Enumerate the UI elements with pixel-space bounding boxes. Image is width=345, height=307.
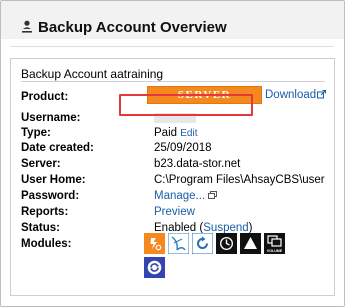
user-home-row: User Home: C:\Program Files\AhsayCBS\use… [21,173,326,187]
user-home-label: User Home: [21,174,86,186]
manage-password-link[interactable]: Manage... [154,190,205,202]
popup-window-icon [208,191,218,199]
server-highlight-box [119,94,253,116]
download-label: Download [265,89,317,101]
ms-sql-module-icon[interactable] [168,233,189,254]
edit-type-link[interactable]: Edit [180,128,197,139]
external-link-icon [317,90,327,99]
modules-label: Modules: [21,238,72,250]
scheduler-module-icon[interactable] [216,233,237,254]
product-label: Product: [21,91,69,103]
date-created-value: 25/09/2018 [154,142,212,154]
warning-triangle-module-icon[interactable] [240,233,261,254]
status-label: Status: [21,222,60,234]
modules-list: VOLUME [144,233,304,293]
server-label: Server: [21,158,61,170]
type-text: Paid [154,127,178,139]
volume-module-icon[interactable]: VOLUME [264,233,285,254]
account-title: Backup Account aatraining [21,67,164,81]
username-label: Username: [21,112,81,124]
reports-label: Reports: [21,206,69,218]
header-divider [10,46,334,47]
run-on-server-module-icon[interactable] [144,233,165,254]
date-created-label: Date created: [21,142,94,154]
sync-module-icon[interactable] [144,257,165,278]
type-value: Paid Edit [154,126,197,141]
server-row: Server: b23.data-stor.net [21,157,326,171]
password-value: Manage... [154,189,218,203]
reports-row: Reports: Preview [21,205,326,219]
preview-reports-link[interactable]: Preview [154,205,195,219]
download-link[interactable]: Download [265,89,327,101]
panel-header: Backup Account Overview [1,1,344,39]
type-label: Type: [21,127,51,139]
password-label: Password: [21,190,80,202]
user-home-value: C:\Program Files\AhsayCBS\user [154,174,325,186]
type-row: Type: Paid Edit [21,126,326,140]
panel-title: Backup Account Overview [38,19,227,36]
date-created-row: Date created: 25/09/2018 [21,141,326,155]
user-icon [22,20,32,34]
password-row: Password: Manage... [21,189,326,203]
server-value: b23.data-stor.net [154,158,241,170]
continuous-backup-module-icon[interactable] [192,233,213,254]
svg-text:VOLUME: VOLUME [267,249,283,253]
card-divider [21,81,325,82]
